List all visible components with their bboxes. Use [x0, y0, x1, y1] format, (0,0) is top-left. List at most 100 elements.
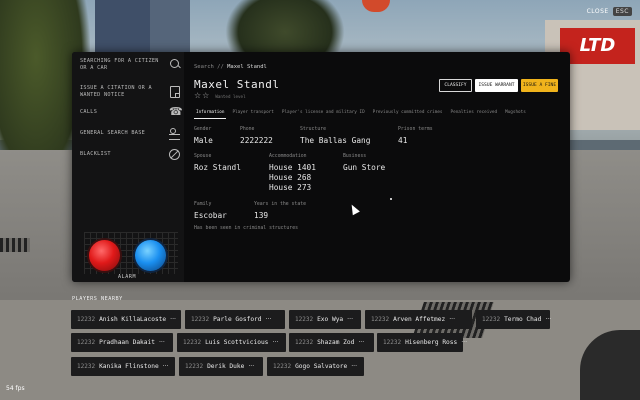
player-chip[interactable]: 12232 Gogo Salvatore ···	[267, 357, 364, 376]
player-name: Shazam Zod	[317, 339, 355, 346]
field-value: Male	[194, 136, 213, 145]
player-chip[interactable]: 12232 Arven Affetmez ···	[365, 310, 472, 329]
esc-key-badge: ESC	[612, 7, 632, 16]
breadcrumb-prefix[interactable]: Search //	[194, 64, 224, 70]
user-list-icon	[169, 128, 180, 140]
breadcrumb: Search // Maxel Standl	[194, 64, 267, 70]
field-years-in-state: Years in the state 139	[254, 202, 306, 221]
field-value: 139	[254, 211, 269, 220]
field-value: House 268	[269, 173, 312, 182]
player-id: 12232	[295, 339, 314, 346]
search-icon	[169, 59, 180, 70]
field-value: House 273	[269, 183, 312, 192]
player-id: 12232	[77, 363, 96, 370]
player-chip[interactable]: 12232 Kanika Flinstone ···	[71, 357, 175, 376]
player-chip[interactable]: 12232 Shazam Zod ···	[289, 333, 374, 352]
star-icon[interactable]: ☆	[202, 92, 209, 100]
alarm-label: ALARM	[118, 274, 137, 280]
field-label: Prison terms	[398, 127, 433, 132]
more-options-icon[interactable]: ···	[461, 339, 467, 346]
player-id: 12232	[273, 363, 292, 370]
player-chip[interactable]: 12232 Luis Scottvicious ···	[177, 333, 286, 352]
player-name: Luis Scottvicious	[205, 339, 269, 346]
crosshair-dot	[390, 198, 392, 200]
more-options-icon[interactable]: ···	[266, 316, 272, 323]
player-name: Kanika Flinstone	[99, 363, 159, 370]
player-id: 12232	[295, 316, 314, 323]
players-nearby-title: PLAYERS NEARBY	[72, 296, 123, 302]
sidebar-item-citation[interactable]: ISSUE A CITATION OR A WANTED NOTICE	[80, 85, 180, 98]
field-label: Spouse	[194, 154, 212, 159]
more-options-icon[interactable]: ···	[347, 316, 353, 323]
tab-penalties[interactable]: Penalties received	[449, 109, 500, 119]
player-name: Parle Gosford	[213, 316, 262, 323]
wanted-level-label: Wanted level	[215, 93, 246, 99]
player-name: Derik Duke	[207, 363, 245, 370]
page-title: Maxel Standl	[194, 78, 280, 91]
profile-view: Search // Maxel Standl Maxel Standl ☆ ☆ …	[184, 52, 570, 282]
player-name: Exo Wya	[317, 316, 344, 323]
field-label: Family	[194, 202, 212, 207]
field-value: Escobar	[194, 211, 227, 220]
player-id: 12232	[383, 339, 402, 346]
sidebar-item-label: ISSUE A CITATION OR A WANTED NOTICE	[80, 85, 152, 98]
field-label: Phone	[240, 127, 255, 132]
alarm-red-button[interactable]	[89, 240, 120, 271]
classify-button[interactable]: CLASSIFY	[439, 79, 472, 92]
sidebar-item-blacklist[interactable]: BLACKLIST	[80, 149, 180, 160]
player-id: 12232	[183, 339, 202, 346]
more-options-icon[interactable]: ···	[358, 339, 364, 346]
player-chip[interactable]: 12232 Derik Duke ···	[179, 357, 263, 376]
tab-license-military-id[interactable]: Player's license and military ID	[280, 109, 367, 119]
tab-previous-crimes[interactable]: Previously committed crimes	[371, 109, 445, 119]
player-chip[interactable]: 12232 Termo Chad ···	[476, 310, 551, 329]
sidebar-item-search[interactable]: SEARCHING FOR A CITIZEN OR A CAR	[80, 58, 180, 71]
field-business: Business Gun Store	[343, 154, 385, 173]
tab-information[interactable]: Information	[194, 109, 227, 119]
more-options-icon[interactable]: ···	[163, 363, 169, 370]
player-name: Pradhaan Dakait	[99, 339, 155, 346]
alarm-blue-button[interactable]	[135, 240, 166, 271]
sewer-grate	[0, 238, 30, 252]
player-chip[interactable]: 12232 Exo Wya ···	[289, 310, 361, 329]
profile-note: Has been seen in criminal structures	[194, 226, 298, 231]
player-name: Hisenberg Ross	[405, 339, 458, 346]
player-id: 12232	[185, 363, 204, 370]
player-name: Anish KillaLacoste	[99, 316, 167, 323]
more-options-icon[interactable]: ···	[351, 363, 357, 370]
tab-mugshots[interactable]: Mugshots	[503, 109, 528, 119]
field-value: 2222222	[240, 136, 273, 145]
sidebar-item-general-search[interactable]: GENERAL SEARCH BASE	[80, 128, 180, 140]
issue-fine-button[interactable]: ISSUE A FINE	[521, 79, 558, 92]
close-hint[interactable]: CLOSE ESC	[587, 7, 632, 16]
more-options-icon[interactable]: ···	[248, 363, 254, 370]
player-chip[interactable]: 12232 Pradhaan Dakait ···	[71, 333, 173, 352]
more-options-icon[interactable]: ···	[159, 339, 165, 346]
issue-warrant-button[interactable]: ISSUE WARRANT	[475, 79, 518, 92]
field-label: Gender	[194, 127, 212, 132]
close-label: CLOSE	[586, 8, 609, 15]
field-label: Business	[343, 154, 367, 159]
field-family: Family Escobar	[194, 202, 227, 221]
player-name: Gogo Salvatore	[295, 363, 348, 370]
player-id: 12232	[77, 316, 96, 323]
sidebar-item-calls[interactable]: CALLS	[80, 105, 183, 118]
tab-player-transport[interactable]: Player transport	[230, 109, 275, 119]
more-options-icon[interactable]: ···	[170, 316, 176, 323]
player-id: 12232	[77, 339, 96, 346]
star-icon[interactable]: ☆	[194, 92, 201, 100]
more-options-icon[interactable]: ···	[449, 316, 455, 323]
more-options-icon[interactable]: ···	[272, 339, 278, 346]
player-chip[interactable]: 12232 Anish KillaLacoste ···	[71, 310, 181, 329]
sidebar-item-label: CALLS	[80, 109, 98, 116]
block-icon	[169, 149, 180, 160]
player-name: Arven Affetmez	[393, 316, 446, 323]
player-chip[interactable]: 12232 Parle Gosford ···	[185, 310, 285, 329]
field-gender: Gender Male	[194, 127, 213, 146]
field-label: Structure	[300, 127, 326, 132]
player-chip[interactable]: 12232 Hisenberg Ross ···	[377, 333, 467, 352]
more-options-icon[interactable]: ···	[545, 316, 551, 323]
police-tablet: SEARCHING FOR A CITIZEN OR A CAR ISSUE A…	[72, 52, 570, 282]
player-name: Termo Chad	[504, 316, 542, 323]
field-label: Accommodation	[269, 154, 307, 159]
